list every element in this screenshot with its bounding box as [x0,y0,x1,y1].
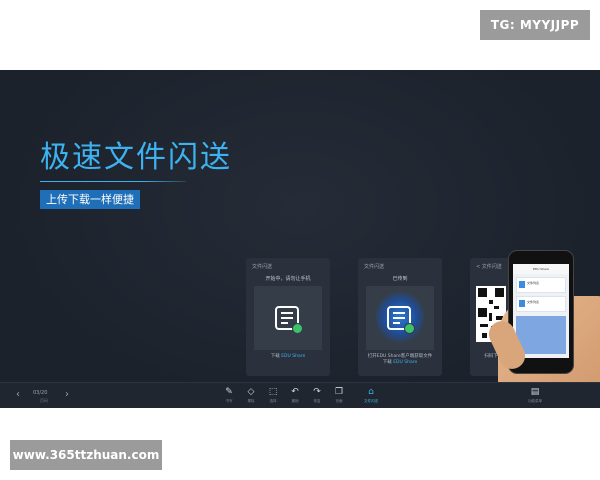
undo-button[interactable]: ↶ 撤销 [286,386,304,406]
chevron-left-icon[interactable]: ‹ [16,389,20,400]
bottom-toolbar: ‹ 03/20 页码 › ✎ 书写 ◇ 擦除 ⬚ 选择 ↶ 撤销 ↷ 恢复 ❐ … [0,382,600,408]
card-title: 文件闪送 [252,264,273,270]
page-counter-label: 页码 [40,398,48,403]
page-button[interactable]: ❐ 页面 [330,386,348,406]
card-title: 文件闪送 [364,264,385,270]
watermark-telegram: TG: MYYJJPP [480,10,590,40]
file-share-card-received[interactable]: 文件闪送 已传到 打开EDU Share客户端获取文件 下载 EDU Share [358,258,442,376]
check-badge-icon [292,323,303,334]
document-icon [387,306,415,334]
phone-screen: EDU Share 文件列表 文件列表 [513,264,569,358]
pen-tool-button[interactable]: ✎ 书写 [220,386,238,406]
slide-subtitle-badge: 上传下载一样便捷 [40,190,140,209]
file-share-button[interactable]: ⌂ 文件闪送 [362,386,380,406]
slide-screen: 极速文件闪送 上传下载一样便捷 文件闪送 开始中，请勿让手机 下载 EDU Sh… [0,70,600,408]
card-preview [366,286,434,350]
edu-share-link[interactable]: EDU Share [393,360,417,365]
phone-app-title: EDU Share [513,264,569,274]
card-status: 开始中，请勿让手机 [265,276,311,282]
watermark-website: www.365ttzhuan.com [10,440,162,470]
share-icon: ⌂ [368,387,374,397]
pen-icon: ✎ [225,387,233,397]
document-icon [275,306,303,334]
page-icon: ❐ [334,387,344,397]
phone-file-row: 文件列表 [516,296,566,312]
select-tool-button[interactable]: ⬚ 选择 [264,386,282,406]
edu-share-link[interactable]: EDU Share [281,354,305,359]
menu-button[interactable]: ▤ 功能菜单 [526,386,544,406]
select-icon: ⬚ [268,387,278,397]
chevron-right-icon[interactable]: › [65,389,69,400]
file-share-card-sending[interactable]: 文件闪送 开始中，请勿让手机 下载 EDU Share [246,258,330,376]
page-counter[interactable]: 03/20 [33,390,47,396]
card-back-title[interactable]: < 文件闪送 [476,263,502,270]
eraser-tool-button[interactable]: ◇ 擦除 [242,386,260,406]
slide-headline: 极速文件闪送 [40,140,232,175]
card-footer: 下载 EDU Share [270,354,306,359]
undo-icon: ↶ [291,387,299,397]
eraser-icon: ◇ [247,387,255,397]
redo-icon: ↷ [313,387,321,397]
card-preview [254,286,322,350]
phone-upload-area [516,316,566,354]
redo-button[interactable]: ↷ 恢复 [308,386,326,406]
check-badge-icon [404,323,415,334]
card-status: 已传到 [392,276,408,282]
card-footer: 打开EDU Share客户端获取文件 下载 EDU Share [367,354,433,365]
phone-file-row: 文件列表 [516,277,566,293]
headline-divider [40,181,186,182]
menu-icon: ▤ [530,387,540,397]
